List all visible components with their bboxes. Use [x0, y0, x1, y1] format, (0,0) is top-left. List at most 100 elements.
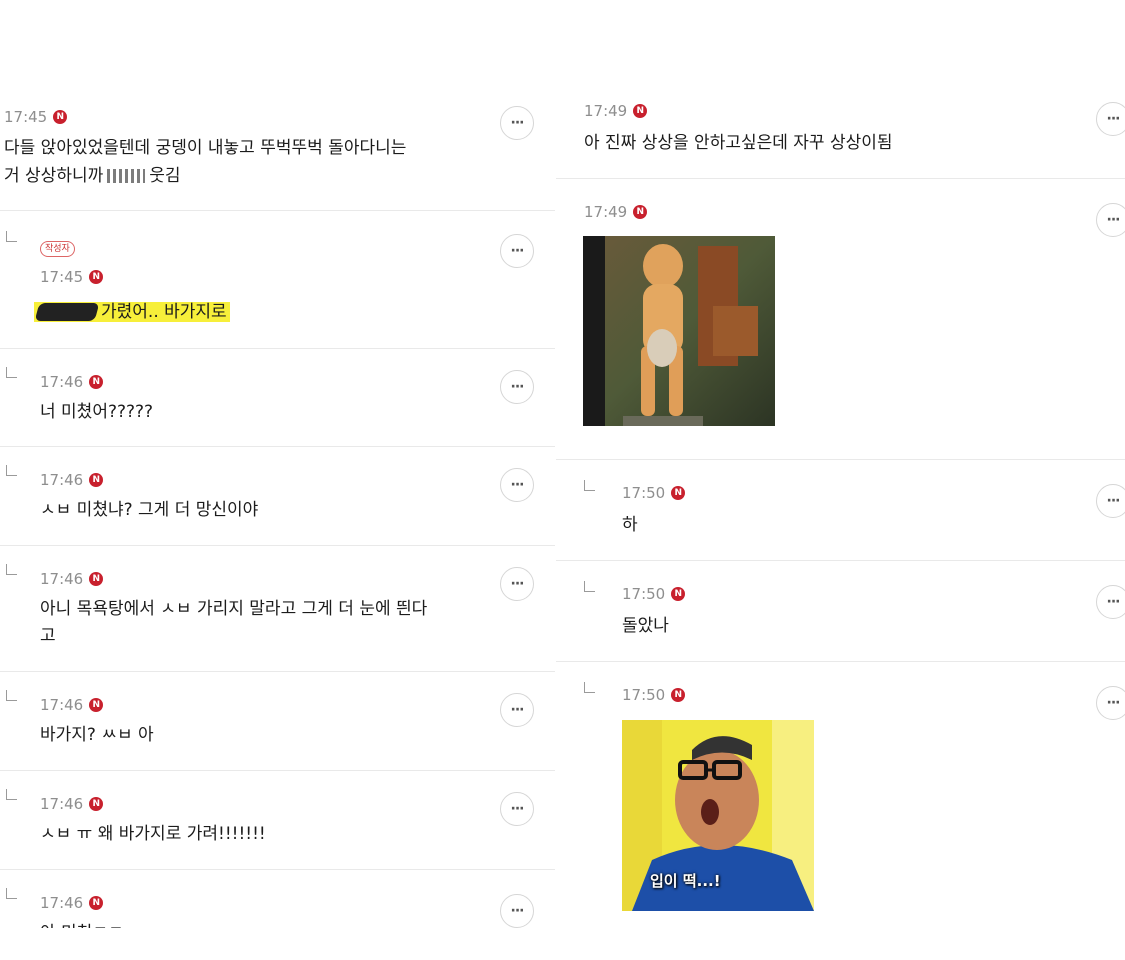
comment-time: 17:46 [40, 795, 84, 813]
reply-arrow-icon [584, 682, 595, 693]
more-options-button[interactable]: ··· [1096, 585, 1125, 619]
comment-meta: 17:50 N [622, 686, 686, 704]
reply-arrow-icon [6, 367, 17, 378]
comment-text: 하 [622, 515, 638, 535]
comment-meta: 17:46 N [40, 894, 104, 912]
comment-reply-item: 작성자 17:45 N 가렸어.. 바가지로 ··· [0, 211, 555, 349]
comment-time: 17:50 [622, 585, 666, 603]
comment-text-tail: 웃김 [149, 166, 181, 186]
more-options-button[interactable]: ··· [500, 567, 534, 601]
comment-time: 17:46 [40, 373, 84, 391]
more-options-button[interactable]: ··· [500, 234, 534, 268]
comment-time: 17:46 [40, 894, 84, 912]
comment-meta: 17:50 N [622, 585, 686, 603]
new-badge-icon: N [633, 104, 648, 118]
new-badge-icon: N [89, 698, 104, 712]
comment-meta: 17:49 N [584, 203, 648, 221]
comment-text: 거 상상하니까 웃김 [4, 163, 181, 189]
more-options-button[interactable]: ··· [500, 468, 534, 502]
new-badge-icon: N [671, 486, 686, 500]
more-options-button[interactable]: ··· [500, 894, 534, 928]
more-options-button[interactable]: ··· [500, 792, 534, 826]
left-comment-column: 17:45 N 다들 앉아있었을텐데 궁뎅이 내놓고 뚜벅뚜벅 돌아다니는 거 … [0, 0, 555, 960]
comment-time: 17:45 [40, 268, 84, 286]
new-badge-icon: N [89, 375, 104, 389]
comment-time: 17:49 [584, 203, 628, 221]
comment-reply-item: 17:50 N 돌았나 ··· [556, 561, 1125, 662]
comment-text: 다들 앉아있었을텐데 궁뎅이 내놓고 뚜벅뚜벅 돌아다니는 [4, 135, 406, 161]
reply-arrow-icon [584, 480, 595, 491]
reply-arrow-icon [6, 465, 17, 476]
comment-time: 17:50 [622, 484, 666, 502]
comment-meta: 17:46 N [40, 696, 104, 714]
more-options-button[interactable]: ··· [500, 693, 534, 727]
reply-arrow-icon [6, 789, 17, 800]
comment-reply-item: 17:46 N 아니 목욕탕에서 ㅅㅂ 가리지 말라고 그게 더 눈에 띈다 고… [0, 546, 555, 672]
author-badge: 작성자 [40, 241, 75, 257]
more-options-button[interactable]: ··· [500, 370, 534, 404]
comment-item: 17:49 N ··· [556, 179, 1125, 460]
comment-reply-item: 17:46 N ㅅㅂ ㅠ 왜 바가지로 가려!!!!!!! ··· [0, 771, 555, 870]
new-badge-icon: N [89, 896, 104, 910]
scribble-mark-icon [34, 303, 100, 321]
highlighted-text: 가렸어.. 바가지로 [34, 302, 230, 322]
new-badge-icon: N [89, 797, 104, 811]
comment-text: 가렸어.. 바가지로 [34, 299, 230, 325]
comment-meta: 17:49 N [584, 102, 648, 120]
comment-meta: 17:45 N [4, 108, 68, 126]
comment-item: 17:49 N 아 진짜 상상을 안하고싶은데 자꾸 상상이됨 ··· [556, 90, 1125, 179]
comment-reply-item: 17:46 N ㅅㅂ 미쳤냐? 그게 더 망신이야 ··· [0, 447, 555, 546]
statue-image[interactable] [583, 236, 775, 426]
comment-reply-item: 17:46 N 바가지? ㅆㅂ 아 ··· [0, 672, 555, 771]
new-badge-icon: N [89, 473, 104, 487]
comment-text: ㅅㅂ 미쳤냐? 그게 더 망신이야 [40, 500, 259, 520]
comment-meta: 17:46 N [40, 373, 104, 391]
censored-mark-icon [107, 169, 146, 183]
more-options-button[interactable]: ··· [1096, 686, 1125, 720]
comment-time: 17:49 [584, 102, 628, 120]
comment-reply-item: 17:50 N 입이 떡...! ··· [556, 662, 1125, 922]
image-caption: 입이 떡...! [650, 872, 721, 890]
comment-text: ㅅㅂ ㅠ 왜 바가지로 가려!!!!!!! [40, 824, 266, 844]
comment-time: 17:45 [4, 108, 48, 126]
new-badge-icon: N [89, 572, 104, 586]
comment-text-line: 가렸어.. 바가지로 [101, 302, 227, 322]
reply-arrow-icon [6, 888, 17, 899]
comment-meta: 17:46 N [40, 570, 104, 588]
comment-time: 17:46 [40, 696, 84, 714]
comment-text-line: 거 상상하니까 [4, 166, 104, 186]
more-options-button[interactable]: ··· [1096, 102, 1125, 136]
comment-text: 고 [40, 626, 56, 646]
more-options-button[interactable]: ··· [1096, 484, 1125, 518]
new-badge-icon: N [89, 270, 104, 284]
comment-text: 아 진짜 상상을 안하고싶은데 자꾸 상상이됨 [584, 133, 893, 153]
reply-arrow-icon [6, 231, 17, 242]
comment-item: 17:45 N 다들 앉아있었을텐데 궁뎅이 내놓고 뚜벅뚜벅 돌아다니는 거 … [0, 100, 555, 211]
comment-meta: 17:50 N [622, 484, 686, 502]
new-badge-icon: N [633, 205, 648, 219]
comment-text: 너 미쳤어????? [40, 402, 154, 422]
surprised-man-image[interactable]: 입이 떡...! [622, 720, 814, 911]
comment-text: 아 미친ㅋㅋ [40, 920, 124, 928]
comment-text: 아니 목욕탕에서 ㅅㅂ 가리지 말라고 그게 더 눈에 띈다 [40, 599, 428, 619]
right-comment-column: 17:49 N 아 진짜 상상을 안하고싶은데 자꾸 상상이됨 ··· 17:4… [556, 0, 1125, 960]
comment-reply-item: 17:46 N 아 미친ㅋㅋ ··· [0, 870, 555, 928]
new-badge-icon: N [671, 688, 686, 702]
comment-meta: 17:45 N [40, 268, 104, 286]
comment-reply-item: 17:46 N 너 미쳤어????? ··· [0, 349, 555, 447]
comment-time: 17:46 [40, 471, 84, 489]
comment-time: 17:46 [40, 570, 84, 588]
new-badge-icon: N [671, 587, 686, 601]
reply-arrow-icon [584, 581, 595, 592]
comment-time: 17:50 [622, 686, 666, 704]
comment-text-line: 다들 앉아있었을텐데 궁뎅이 내놓고 뚜벅뚜벅 돌아다니는 [4, 138, 407, 158]
new-badge-icon: N [53, 110, 68, 124]
more-options-button[interactable]: ··· [1096, 203, 1125, 237]
comment-text: 돌았나 [622, 616, 669, 636]
comment-reply-item: 17:50 N 하 ··· [556, 460, 1125, 561]
comment-meta: 17:46 N [40, 471, 104, 489]
reply-arrow-icon [6, 690, 17, 701]
comment-text: 바가지? ㅆㅂ 아 [40, 725, 154, 745]
comment-meta: 17:46 N [40, 795, 104, 813]
more-options-button[interactable]: ··· [500, 106, 534, 140]
